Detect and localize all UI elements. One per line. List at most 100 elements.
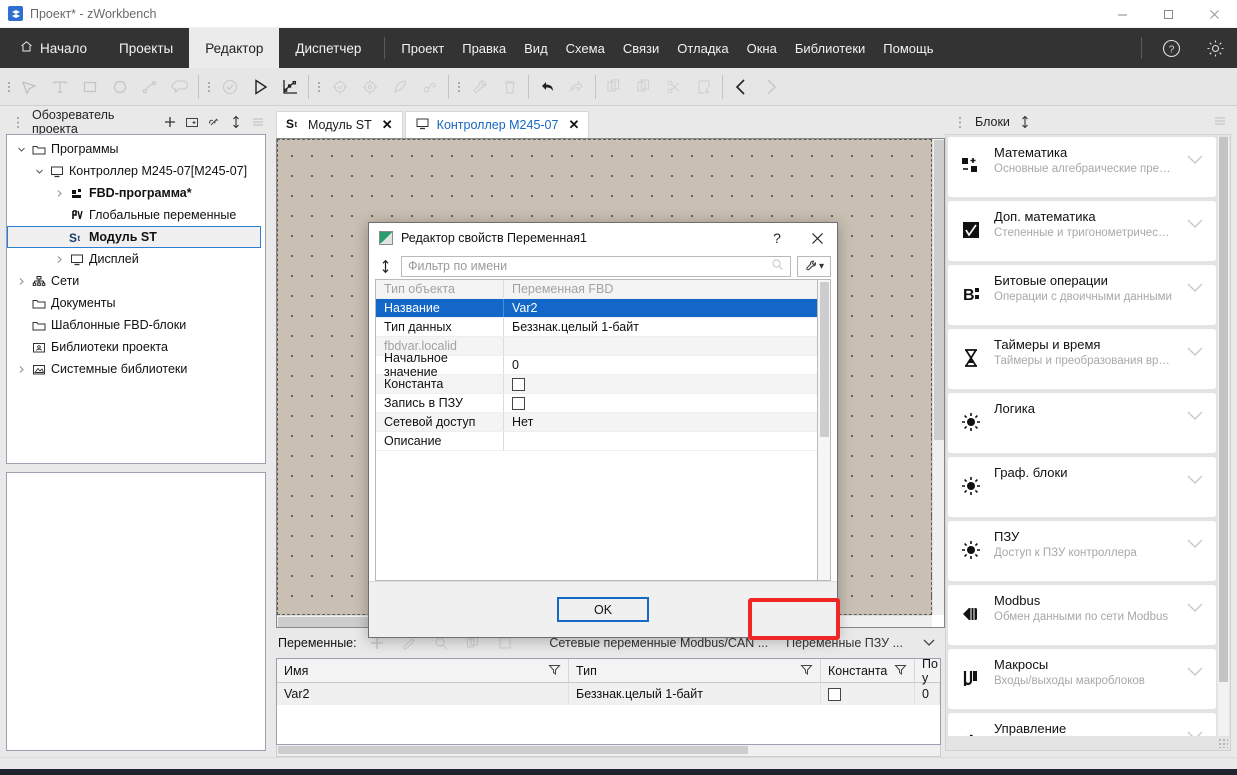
block-category-math[interactable]: Математика Основные алгебраические преоб…	[948, 137, 1216, 197]
project-explorer-detail-pane[interactable]	[6, 472, 266, 751]
property-row-object-type[interactable]: Тип объекта Переменная FBD	[376, 280, 817, 299]
block-category-macros[interactable]: Макросы Входы/выходы макроблоков	[948, 649, 1216, 709]
trash-icon[interactable]	[495, 72, 525, 102]
menu-item-view[interactable]: Вид	[515, 28, 557, 68]
scrollbar-thumb[interactable]	[820, 282, 829, 437]
dialog-close-button[interactable]	[797, 223, 837, 253]
toolbar-grip[interactable]	[4, 78, 13, 96]
block-category-advanced-math[interactable]: Доп. математика Степенные и тригонометри…	[948, 201, 1216, 261]
panel-grip-icon[interactable]	[951, 114, 968, 131]
toolbar-grip[interactable]	[314, 78, 323, 96]
tree-item-networks[interactable]: Сети	[7, 270, 265, 292]
rom-variables-link[interactable]: Переменные ПЗУ ...	[786, 636, 903, 650]
block-category-logic[interactable]: Логика	[948, 393, 1216, 453]
gear-icon[interactable]	[1193, 28, 1237, 68]
target-check-icon[interactable]	[325, 72, 355, 102]
property-row-description[interactable]: Описание	[376, 432, 817, 451]
blocks-list[interactable]: Математика Основные алгебраические преоб…	[948, 137, 1216, 736]
blocks-vertical-scrollbar[interactable]	[1218, 137, 1229, 736]
check-circle-icon[interactable]	[215, 72, 245, 102]
property-row-data-type[interactable]: Тип данных Беззнак.целый 1-байт	[376, 318, 817, 337]
cut-icon[interactable]	[659, 72, 689, 102]
copy-icon[interactable]	[599, 72, 629, 102]
menu-item-links[interactable]: Связи	[614, 28, 668, 68]
ribbon-tab-home[interactable]: Начало	[0, 28, 103, 68]
chevron-right-icon[interactable]	[51, 255, 67, 264]
menu-item-scheme[interactable]: Схема	[557, 28, 614, 68]
toolbar-grip[interactable]	[454, 78, 463, 96]
property-row-initial-value[interactable]: Начальное значение 0	[376, 356, 817, 375]
rocket-icon[interactable]	[385, 72, 415, 102]
ribbon-tab-editor[interactable]: Редактор	[189, 28, 279, 68]
properties-vertical-scrollbar[interactable]	[817, 279, 831, 581]
menu-icon[interactable]	[250, 114, 266, 131]
menu-item-edit[interactable]: Правка	[453, 28, 515, 68]
column-header-type[interactable]: Тип	[569, 659, 821, 682]
block-category-rom[interactable]: ПЗУ Доступ к ПЗУ контроллера	[948, 521, 1216, 581]
close-button[interactable]	[1191, 0, 1237, 28]
tab-close-icon[interactable]: ✕	[382, 117, 393, 133]
tab-controller-m245-07[interactable]: Контроллер M245-07 ✕	[405, 111, 590, 138]
ribbon-tab-projects[interactable]: Проекты	[103, 28, 189, 68]
panel-grip-icon[interactable]	[10, 114, 26, 131]
variables-horizontal-scrollbar[interactable]	[276, 745, 941, 757]
block-category-modbus[interactable]: Modbus Обмен данными по сети Modbus	[948, 585, 1216, 645]
chevron-down-icon[interactable]	[1184, 219, 1206, 229]
properties-table[interactable]: Тип объекта Переменная FBD Название Var2…	[375, 279, 817, 581]
property-value[interactable]: 0	[504, 356, 817, 374]
tree-item-system-libraries[interactable]: Системные библиотеки	[7, 358, 265, 380]
link-icon[interactable]	[206, 114, 222, 131]
maximize-button[interactable]	[1145, 0, 1191, 28]
add-folder-icon[interactable]	[184, 114, 200, 131]
tree-item-documents[interactable]: Документы	[7, 292, 265, 314]
play-icon[interactable]	[245, 72, 275, 102]
property-value[interactable]	[504, 394, 817, 412]
variables-table[interactable]: Имя Тип Константа По у	[276, 658, 941, 745]
block-category-control[interactable]: Управление	[948, 713, 1216, 736]
comment-icon[interactable]	[165, 72, 195, 102]
chevron-down-icon[interactable]	[1184, 411, 1206, 421]
constant-checkbox[interactable]	[512, 378, 525, 391]
scrollbar-thumb[interactable]	[934, 140, 944, 440]
expand-collapse-icon[interactable]	[375, 256, 395, 276]
redo-icon[interactable]	[562, 72, 592, 102]
chart-icon[interactable]	[275, 72, 305, 102]
block-category-bit-operations[interactable]: B Битовые операции Операции с двоичными …	[948, 265, 1216, 325]
question-circle-icon[interactable]: ?	[1149, 28, 1193, 68]
blocks-list-container[interactable]: Математика Основные алгебраические преоб…	[945, 134, 1231, 751]
expand-collapse-icon[interactable]	[1017, 114, 1034, 131]
filter-input[interactable]: Фильтр по имени	[401, 256, 791, 277]
canvas-vertical-scrollbar[interactable]	[932, 139, 944, 615]
cell-constant[interactable]	[821, 683, 915, 705]
write-rom-checkbox[interactable]	[512, 397, 525, 410]
chevron-down-icon[interactable]	[1184, 667, 1206, 677]
menu-item-help[interactable]: Помощь	[874, 28, 942, 68]
minimize-button[interactable]	[1099, 0, 1145, 28]
column-header-name[interactable]: Имя	[277, 659, 569, 682]
ellipse-icon[interactable]	[105, 72, 135, 102]
block-category-timers[interactable]: Таймеры и время Таймеры и преобразования…	[948, 329, 1216, 389]
filter-funnel-icon[interactable]	[548, 663, 561, 679]
chevron-right-icon[interactable]	[51, 189, 67, 198]
tree-item-project-libraries[interactable]: Библиотеки проекта	[7, 336, 265, 358]
chevron-right-icon[interactable]	[13, 277, 29, 286]
tree-item-st-module[interactable]: St Модуль ST	[7, 226, 261, 248]
cursor-arrow-icon[interactable]	[15, 72, 45, 102]
column-header-default[interactable]: По у	[915, 659, 941, 682]
chevron-down-icon[interactable]	[1184, 347, 1206, 357]
project-tree[interactable]: Программы Контроллер M245-07[M245-07] FB…	[6, 134, 266, 464]
property-row-network-access[interactable]: Сетевой доступ Нет	[376, 413, 817, 432]
menu-item-libraries[interactable]: Библиотеки	[786, 28, 874, 68]
property-value[interactable]: Var2	[504, 299, 817, 317]
filter-funnel-icon[interactable]	[894, 663, 907, 679]
network-variables-link[interactable]: Сетевые переменные Modbus/CAN ...	[549, 636, 768, 650]
chevron-down-icon[interactable]	[1184, 539, 1206, 549]
menu-item-debug[interactable]: Отладка	[668, 28, 737, 68]
menu-icon[interactable]	[1213, 114, 1227, 131]
block-category-graphic-blocks[interactable]: Граф. блоки	[948, 457, 1216, 517]
property-row-name[interactable]: Название Var2	[376, 299, 817, 318]
filter-funnel-icon[interactable]	[800, 663, 813, 679]
property-value[interactable]	[504, 432, 817, 450]
text-icon[interactable]	[45, 72, 75, 102]
table-row[interactable]: Var2 Беззнак.целый 1-байт 0	[277, 683, 940, 705]
